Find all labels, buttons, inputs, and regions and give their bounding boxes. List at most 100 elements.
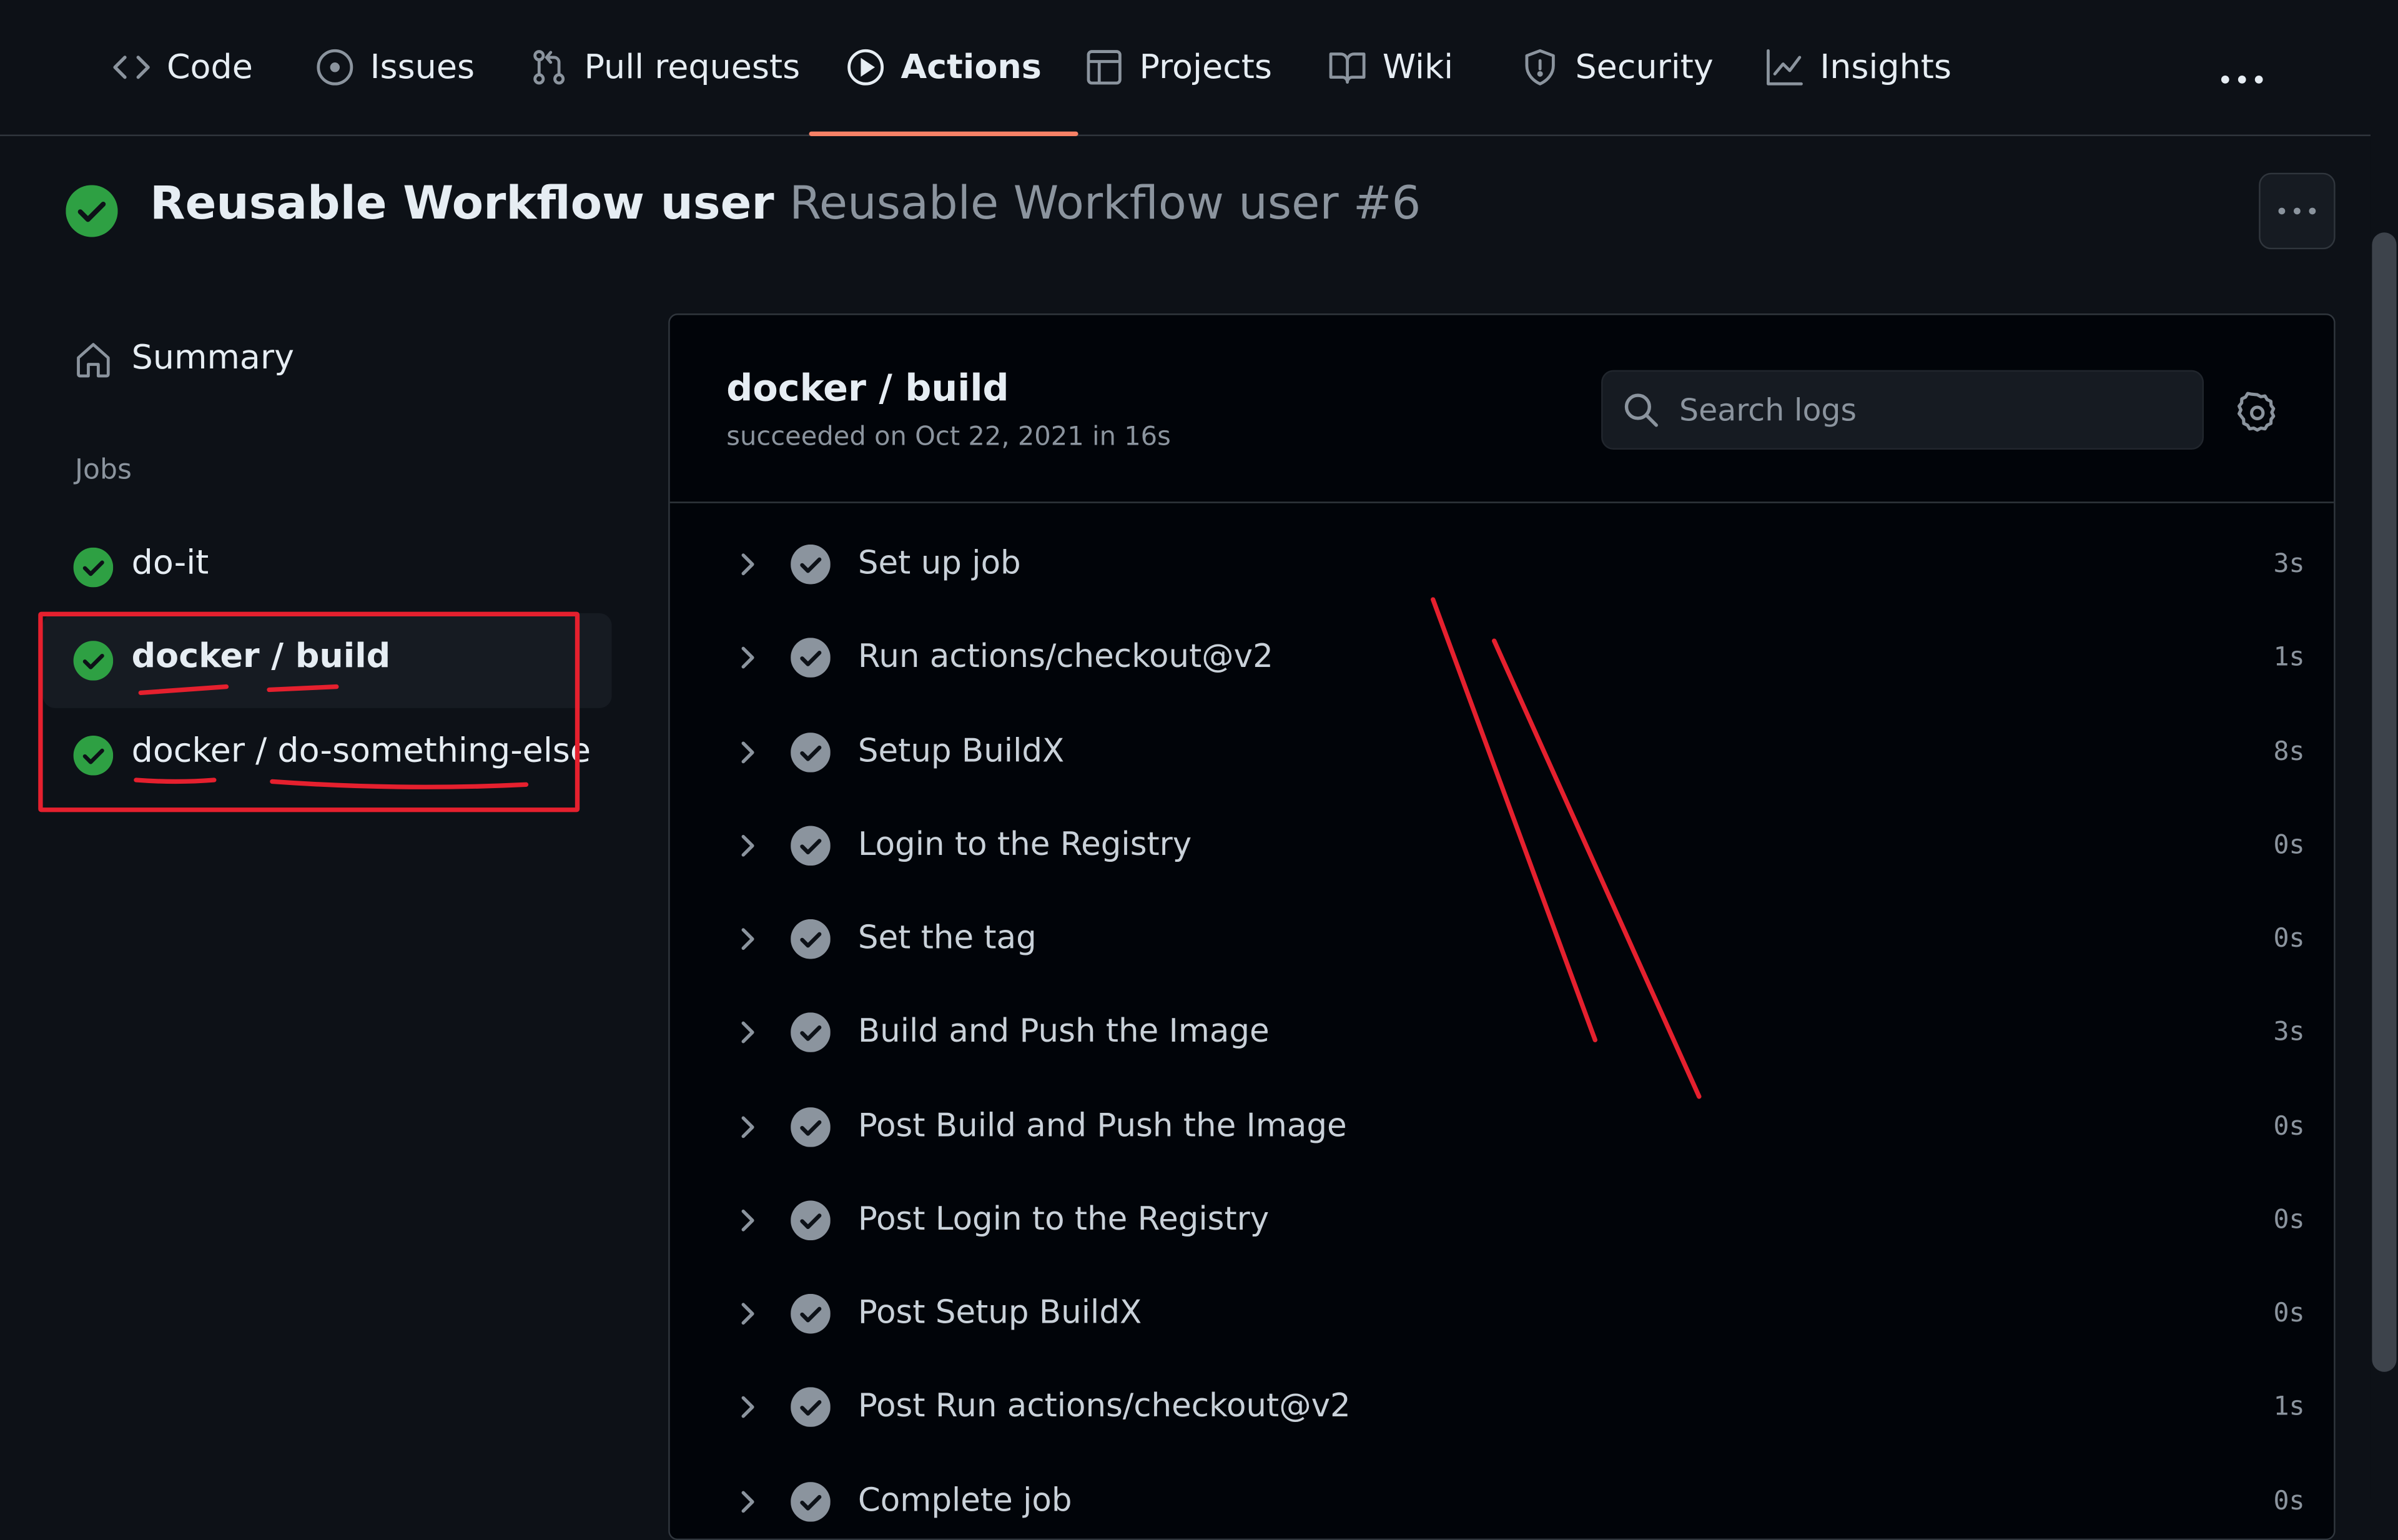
- scrollbar-thumb[interactable]: [2372, 232, 2397, 1372]
- step-success-icon: [791, 544, 831, 585]
- code-icon: [112, 47, 152, 87]
- chevron-right-icon[interactable]: [731, 1110, 765, 1143]
- step-duration: 0s: [2273, 1298, 2305, 1330]
- step-duration: 1s: [2273, 643, 2305, 674]
- step-name: Run actions/checkout@v2: [857, 638, 1273, 675]
- chevron-right-icon[interactable]: [731, 1297, 765, 1331]
- step-row[interactable]: Run actions/checkout@v2 1s: [670, 617, 2334, 703]
- step-success-icon: [791, 919, 831, 959]
- step-success-icon: [791, 1387, 831, 1428]
- chevron-right-icon[interactable]: [731, 735, 765, 769]
- git-pull-request-icon: [529, 47, 569, 87]
- step-row[interactable]: Post Setup BuildX 0s: [670, 1273, 2334, 1358]
- kebab-horizontal-icon: [2278, 207, 2316, 215]
- step-name: Complete job: [857, 1481, 1072, 1518]
- repo-nav: Code Issues Pull requests Actions Projec…: [0, 0, 2398, 136]
- tab-label: Code: [166, 48, 253, 87]
- step-row[interactable]: Complete job 0s: [670, 1460, 2334, 1539]
- step-row[interactable]: Post Build and Push the Image 0s: [670, 1085, 2334, 1171]
- success-check-icon: [66, 185, 118, 237]
- chevron-right-icon[interactable]: [731, 1016, 765, 1050]
- tab-label: Projects: [1139, 48, 1272, 87]
- step-row[interactable]: Post Run actions/checkout@v2 1s: [670, 1366, 2334, 1452]
- graph-icon: [1765, 47, 1805, 87]
- step-success-icon: [791, 1106, 831, 1147]
- annotation-highlight-box: [38, 611, 580, 812]
- jobs-heading: Jobs: [75, 454, 132, 486]
- issue-opened-icon: [315, 47, 355, 87]
- sidebar-job-do-it[interactable]: do-it: [43, 520, 612, 615]
- kebab-horizontal-icon: [2221, 75, 2263, 84]
- workflow-name: Reusable Workflow user: [150, 177, 774, 231]
- step-name: Set the tag: [857, 919, 1037, 956]
- step-name: Login to the Registry: [857, 825, 1192, 862]
- step-name: Post Setup BuildX: [857, 1293, 1142, 1331]
- step-name: Set up job: [857, 544, 1021, 581]
- tab-label: Actions: [900, 48, 1042, 87]
- chevron-right-icon[interactable]: [731, 1203, 765, 1237]
- chevron-right-icon[interactable]: [731, 922, 765, 956]
- step-name: Setup BuildX: [857, 731, 1065, 769]
- home-icon: [77, 343, 110, 378]
- page-title: Reusable Workflow user Reusable Workflow …: [150, 177, 1421, 231]
- step-duration: 0s: [2273, 830, 2305, 861]
- step-row[interactable]: Post Login to the Registry 0s: [670, 1179, 2334, 1265]
- step-row[interactable]: Setup BuildX 8s: [670, 711, 2334, 796]
- gear-icon[interactable]: [2236, 392, 2279, 435]
- step-duration: 0s: [2273, 1111, 2305, 1142]
- chevron-right-icon[interactable]: [731, 829, 765, 862]
- success-check-icon: [73, 547, 114, 588]
- tab-security[interactable]: Security: [1520, 0, 1714, 135]
- tab-insights[interactable]: Insights: [1765, 0, 1951, 135]
- tab-code[interactable]: Code: [112, 0, 253, 135]
- job-log-panel: docker / build succeeded on Oct 22, 2021…: [668, 313, 2336, 1540]
- search-logs-input[interactable]: [1676, 383, 2188, 436]
- step-row[interactable]: Set the tag 0s: [670, 898, 2334, 984]
- tab-projects[interactable]: Projects: [1084, 0, 1272, 135]
- step-row[interactable]: Build and Push the Image 3s: [670, 992, 2334, 1077]
- step-duration: 3s: [2273, 549, 2305, 580]
- tab-label: Issues: [370, 48, 475, 87]
- tab-label: Insights: [1820, 48, 1951, 87]
- shield-icon: [1520, 47, 1560, 87]
- step-success-icon: [791, 731, 831, 772]
- tab-pull-requests[interactable]: Pull requests: [529, 0, 800, 135]
- job-label: do-it: [131, 544, 209, 583]
- step-success-icon: [791, 638, 831, 678]
- step-success-icon: [791, 1200, 831, 1240]
- job-title: docker / build: [726, 367, 1009, 410]
- step-name: Build and Push the Image: [857, 1012, 1270, 1050]
- step-duration: 8s: [2273, 736, 2305, 768]
- step-duration: 1s: [2273, 1392, 2305, 1423]
- tab-label: Security: [1575, 48, 1714, 87]
- run-name: Reusable Workflow user #6: [789, 177, 1421, 231]
- play-icon: [846, 47, 886, 87]
- run-options-button[interactable]: [2259, 172, 2336, 250]
- step-row[interactable]: Set up job 3s: [670, 523, 2334, 609]
- step-duration: 0s: [2273, 924, 2305, 955]
- step-success-icon: [791, 1293, 831, 1334]
- step-name: Post Build and Push the Image: [857, 1106, 1347, 1143]
- more-tabs-button[interactable]: [2211, 55, 2272, 104]
- chevron-right-icon[interactable]: [731, 1391, 765, 1424]
- tab-label: Wiki: [1382, 48, 1454, 87]
- step-duration: 0s: [2273, 1486, 2305, 1517]
- chevron-right-icon[interactable]: [731, 1484, 765, 1518]
- sidebar-summary-link[interactable]: Summary: [43, 324, 612, 398]
- search-logs-field[interactable]: [1601, 370, 2204, 450]
- chevron-right-icon[interactable]: [731, 641, 765, 675]
- tab-issues[interactable]: Issues: [315, 0, 475, 135]
- step-row[interactable]: Login to the Registry 0s: [670, 804, 2334, 890]
- chevron-right-icon[interactable]: [731, 548, 765, 581]
- step-success-icon: [791, 1481, 831, 1521]
- summary-label: Summary: [131, 339, 295, 378]
- tab-actions[interactable]: Actions: [809, 0, 1078, 136]
- step-duration: 3s: [2273, 1017, 2305, 1049]
- job-header: docker / build succeeded on Oct 22, 2021…: [669, 315, 2334, 503]
- tab-label: Pull requests: [584, 48, 801, 87]
- step-success-icon: [791, 825, 831, 866]
- step-name: Post Login to the Registry: [857, 1200, 1270, 1237]
- table-icon: [1084, 47, 1124, 87]
- tab-wiki[interactable]: Wiki: [1328, 0, 1453, 135]
- job-status-text: succeeded on Oct 22, 2021 in 16s: [726, 422, 1171, 453]
